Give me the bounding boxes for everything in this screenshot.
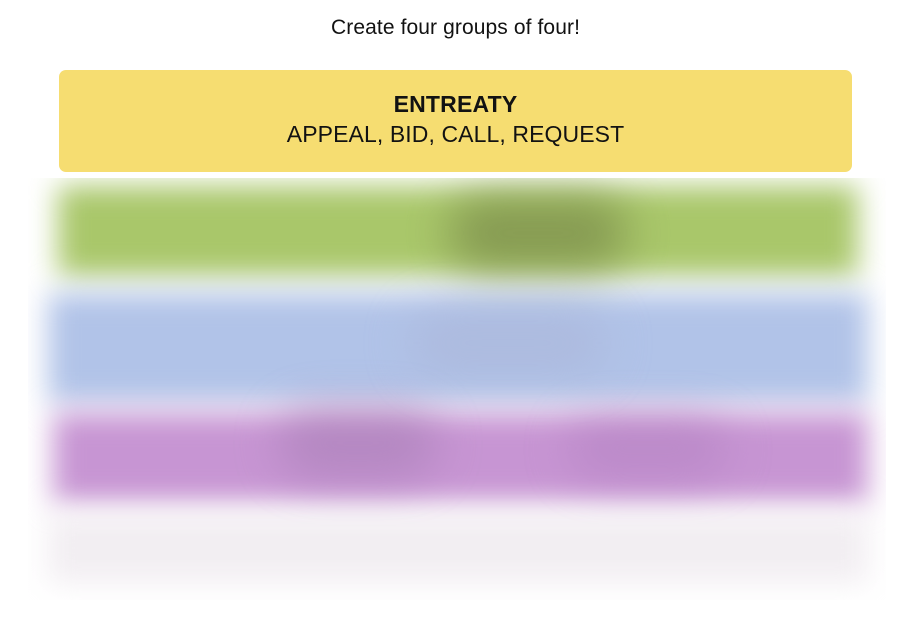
blurred-tile-shadow bbox=[448, 198, 628, 268]
blurred-row-purple bbox=[53, 413, 868, 503]
blurred-tile-shadow bbox=[408, 308, 608, 378]
blurred-tile-shadow bbox=[278, 408, 438, 478]
group-members: APPEAL, BID, CALL, REQUEST bbox=[286, 121, 625, 147]
blurred-tile-shadow bbox=[568, 418, 728, 478]
blurred-puzzle-area bbox=[28, 178, 886, 600]
blurred-row-faded bbox=[48, 513, 868, 583]
solved-group-entreaty: ENTREATY APPEAL, BID, CALL, REQUEST bbox=[59, 70, 852, 172]
instructions-text: Create four groups of four! bbox=[331, 16, 580, 39]
group-title: ENTREATY bbox=[393, 91, 518, 117]
